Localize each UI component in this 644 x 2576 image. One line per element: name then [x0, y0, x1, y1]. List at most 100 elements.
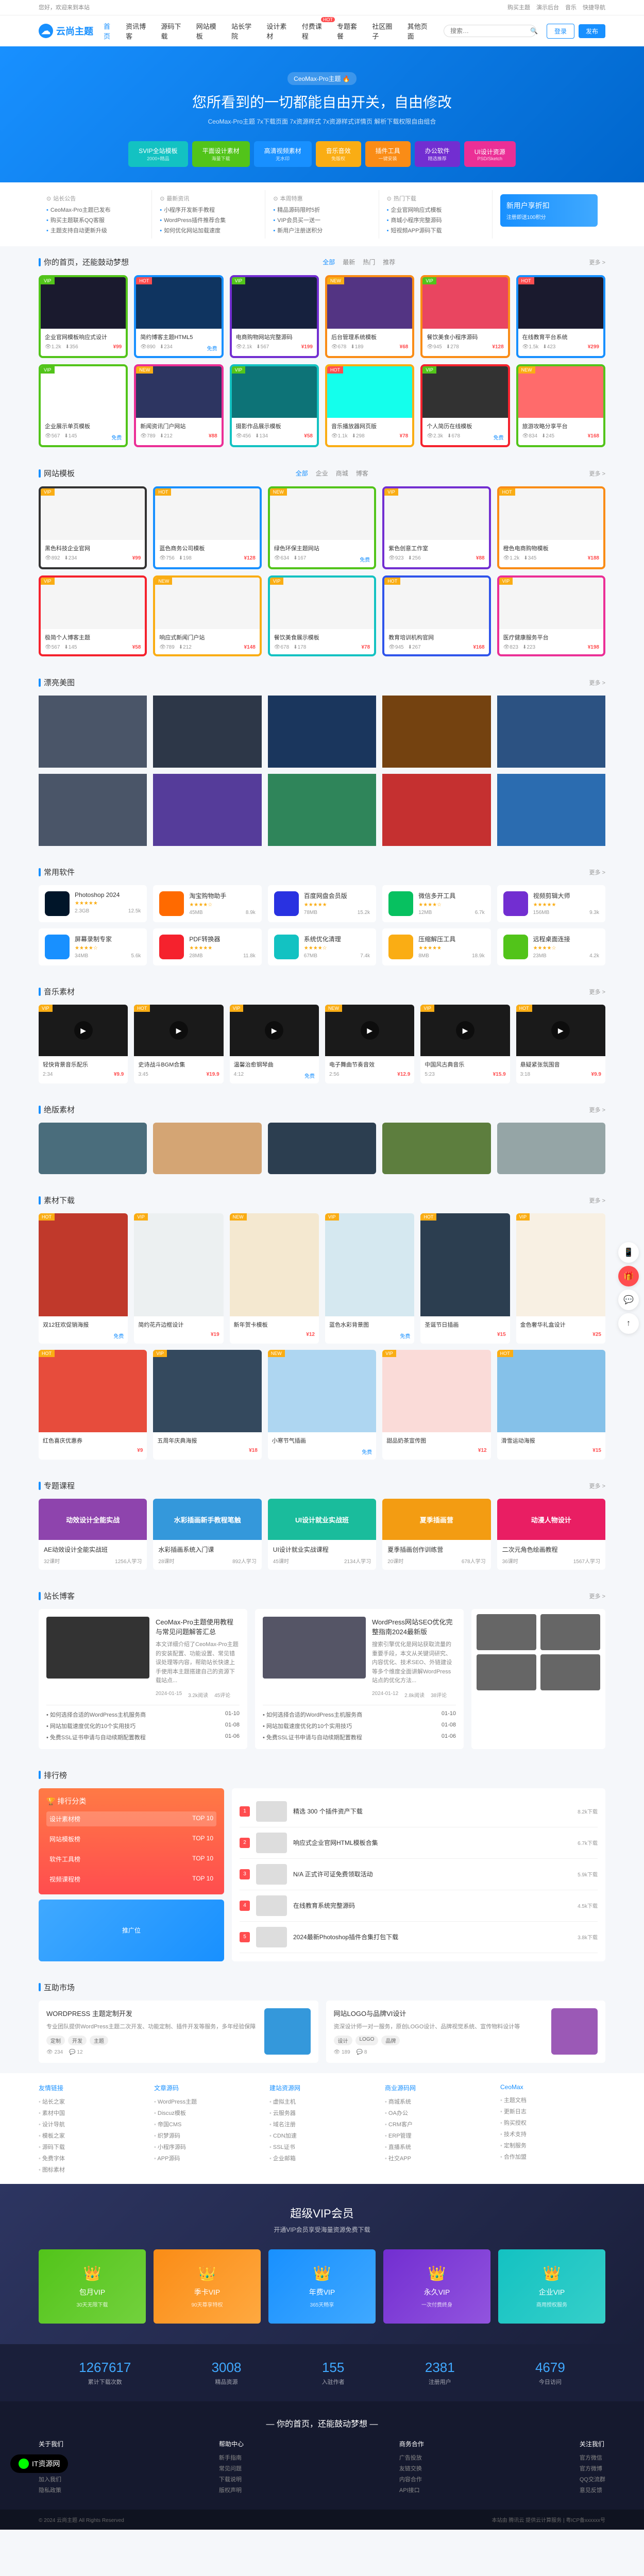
footer-link[interactable]: 官方微信: [580, 2453, 605, 2462]
friend-link[interactable]: 虚拟主机: [269, 2097, 375, 2106]
friend-link[interactable]: 源码下载: [39, 2143, 144, 2151]
footer-link[interactable]: 新手指南: [219, 2453, 244, 2462]
nav-item[interactable]: 网站模板: [196, 21, 222, 41]
music-card[interactable]: HOT悬疑紧张氛围音3:18¥9.9: [516, 1005, 605, 1083]
footer-link[interactable]: 意见反馈: [580, 2486, 605, 2494]
float-qr-icon[interactable]: 📱: [618, 1242, 639, 1263]
template-card[interactable]: VIP黑色科技企业官网👁892⬇234¥99: [39, 486, 147, 569]
vip-card[interactable]: 👑年费VIP365天畅享: [268, 2249, 376, 2324]
vip-card[interactable]: 👑企业VIP商用授权服务: [498, 2249, 605, 2324]
rank-tab[interactable]: 软件工具榜TOP 10: [46, 1852, 216, 1867]
news-featured-image[interactable]: [263, 1617, 366, 1679]
app-card[interactable]: 淘宝购物助手★★★★☆45MB8.9k: [153, 885, 261, 922]
footer-link[interactable]: API接口: [399, 2486, 424, 2494]
app-card[interactable]: 远程桌面连接★★★★☆23MB4.2k: [497, 928, 605, 965]
friend-link[interactable]: 合作加盟: [500, 2153, 605, 2161]
footer-link[interactable]: 联系方式: [39, 2464, 63, 2472]
play-icon[interactable]: [265, 1021, 283, 1040]
friend-link[interactable]: Discuz模板: [154, 2109, 259, 2117]
music-card[interactable]: NEW电子舞曲节奏音效2:56¥12.9: [325, 1005, 414, 1083]
friend-link[interactable]: 素材中国: [39, 2109, 144, 2117]
info-link[interactable]: 新用户注册送积分: [273, 226, 370, 234]
news-link[interactable]: • 网站加载速度优化的10个实用技巧01-08: [263, 1722, 456, 1730]
friend-link[interactable]: SSL证书: [269, 2143, 375, 2151]
login-button[interactable]: 登录: [547, 24, 574, 39]
play-icon[interactable]: [551, 1021, 570, 1040]
topbar-link[interactable]: 快捷导航: [583, 5, 605, 11]
news-title[interactable]: CeoMax-Pro主题使用教程与常见问题解答汇总: [156, 1617, 240, 1636]
resource-card[interactable]: NEW后台管理系统模板👁678⬇189¥68: [325, 275, 414, 358]
gallery-card[interactable]: [268, 696, 376, 768]
friend-link[interactable]: 社交APP: [385, 2154, 490, 2162]
play-icon[interactable]: [361, 1021, 379, 1040]
search-input[interactable]: [450, 27, 530, 35]
tab[interactable]: 企业: [316, 469, 328, 478]
course-card[interactable]: 水彩插画新手教程笔触水彩插画系统入门课28课时892人学习: [153, 1499, 261, 1570]
resource-card[interactable]: VIP电商购物网站完整源码👁2.1k⬇567¥199: [230, 275, 319, 358]
friend-link[interactable]: 企业邮箱: [269, 2154, 375, 2162]
info-link[interactable]: 如何优化网站加载速度: [160, 226, 257, 234]
promo-card[interactable]: 新用户享折扣注册即送100积分: [500, 194, 598, 227]
news-link[interactable]: • 免费SSL证书申请与自动续期配置教程01-06: [46, 1733, 240, 1741]
rank-item[interactable]: 2响应式企业官网HTML模板合集6.7k下载: [240, 1827, 598, 1859]
tab[interactable]: 最新: [343, 258, 355, 266]
friend-link[interactable]: CRM客户: [385, 2120, 490, 2128]
app-card[interactable]: 屏幕录制专家★★★★☆34MB5.6k: [39, 928, 147, 965]
info-link[interactable]: 企业官网响应式模板: [387, 206, 484, 214]
more-link[interactable]: 更多 >: [589, 1196, 605, 1205]
gallery-card[interactable]: [153, 774, 261, 846]
course-card[interactable]: UI设计就业实战班UI设计就业实战课程45课时2134人学习: [268, 1499, 376, 1570]
nav-item[interactable]: 专题套餐: [337, 21, 363, 41]
app-card[interactable]: 微信多开工具★★★★☆12MB6.7k: [382, 885, 490, 922]
design-card[interactable]: VIP五周年庆典海报¥18: [153, 1350, 261, 1460]
vip-card[interactable]: 👑季卡VIP90天尊享特权: [154, 2249, 261, 2324]
rank-ad-banner[interactable]: 推广位: [39, 1900, 224, 1961]
more-link[interactable]: 更多 >: [589, 1106, 605, 1114]
hero-category[interactable]: SVIP全站模板2000+精品: [128, 141, 188, 167]
search-icon[interactable]: 🔍: [530, 27, 538, 35]
app-card[interactable]: 视频剪辑大师★★★★★156MB9.3k: [497, 885, 605, 922]
rank-item[interactable]: 1精选 300 个插件资产下载8.2k下载: [240, 1796, 598, 1827]
footer-link[interactable]: 版权声明: [219, 2486, 244, 2494]
info-link[interactable]: WordPress插件推荐合集: [160, 216, 257, 224]
news-featured-image[interactable]: [46, 1617, 149, 1679]
tab[interactable]: 全部: [323, 258, 335, 266]
rank-item[interactable]: 4在线教育系统完整源码4.5k下载: [240, 1890, 598, 1922]
info-link[interactable]: VIP会员买一送一: [273, 216, 370, 224]
template-card[interactable]: HOT教育培训机构官网👁945⬇267¥168: [382, 575, 490, 656]
hero-category[interactable]: 平面设计素材海量下载: [192, 141, 250, 167]
design-card[interactable]: VIP金色奢华礼盒设计¥25: [516, 1213, 605, 1344]
nav-item[interactable]: 社区圈子: [372, 21, 398, 41]
music-card[interactable]: VIP中国风古典音乐5:23¥15.9: [420, 1005, 510, 1083]
design-card[interactable]: VIP简约花卉边框设计¥19: [134, 1213, 223, 1344]
design-card[interactable]: NEW小寒节气插画免费: [268, 1350, 376, 1460]
float-gift-icon[interactable]: 🎁: [618, 1266, 639, 1286]
photo-card[interactable]: [153, 1123, 261, 1174]
more-link[interactable]: 更多 >: [589, 1592, 605, 1600]
info-link[interactable]: 精品源码限时5折: [273, 206, 370, 214]
news-title[interactable]: WordPress网站SEO优化完整指南2024最新版: [372, 1617, 456, 1636]
tab[interactable]: 热门: [363, 258, 375, 266]
gallery-card[interactable]: [39, 696, 147, 768]
gallery-card[interactable]: [268, 774, 376, 846]
play-icon[interactable]: [74, 1021, 93, 1040]
footer-link[interactable]: 网站介绍: [39, 2453, 63, 2462]
resource-card[interactable]: HOT在线教育平台系统👁1.5k⬇423¥299: [516, 275, 605, 358]
news-link[interactable]: • 如何选择合适的WordPress主机服务商01-10: [263, 1710, 456, 1719]
float-service-icon[interactable]: 💬: [618, 1290, 639, 1310]
nav-item[interactable]: 首页: [104, 21, 116, 41]
resource-card[interactable]: HOT音乐播放器网页版👁1.1k⬇298¥78: [325, 364, 414, 447]
friend-link[interactable]: 域名注册: [269, 2120, 375, 2128]
gallery-card[interactable]: [39, 774, 147, 846]
friend-link[interactable]: CDN加速: [269, 2131, 375, 2140]
topbar-link[interactable]: 演示后台: [536, 5, 559, 11]
hero-category[interactable]: UI设计资源PSD/Sketch: [464, 141, 516, 167]
nav-item[interactable]: 站长学院: [231, 21, 257, 41]
app-card[interactable]: PDF转换器★★★★★28MB11.8k: [153, 928, 261, 965]
photo-card[interactable]: [382, 1123, 490, 1174]
info-link[interactable]: 商城小程序完整源码: [387, 216, 484, 224]
topbar-link[interactable]: 购买主题: [507, 5, 530, 11]
resource-card[interactable]: VIP摄影作品展示模板👁456⬇134¥58: [230, 364, 319, 447]
news-thumb[interactable]: [477, 1614, 536, 1650]
footer-link[interactable]: 加入我们: [39, 2475, 63, 2483]
